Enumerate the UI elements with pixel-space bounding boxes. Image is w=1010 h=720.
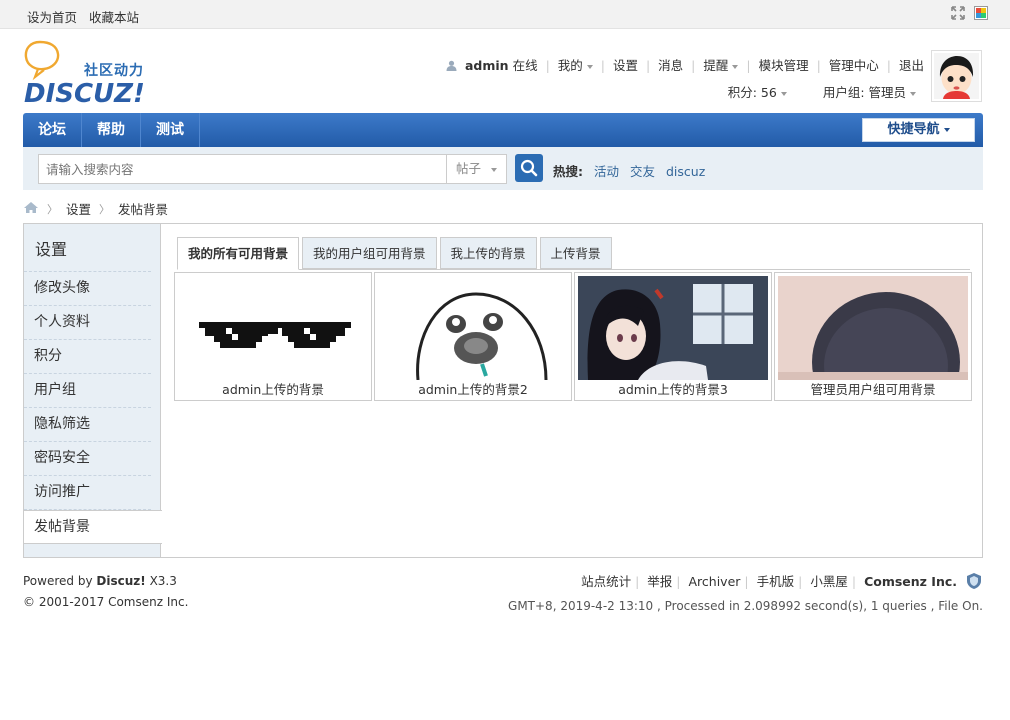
footer-left: Powered by Discuz! X3.3 © 2001-2017 Coms…: [23, 571, 188, 613]
home-icon[interactable]: [23, 201, 39, 217]
user-stats: 积分: 56 用户组: 管理员: [728, 82, 916, 101]
background-card[interactable]: admin上传的背景2: [374, 272, 572, 401]
copyright-label: © 2001-2017: [23, 595, 105, 609]
nav-test[interactable]: 测试: [141, 113, 200, 147]
background-card[interactable]: admin上传的背景3: [574, 272, 772, 401]
search-bar: 帖子 热搜: 活动 交友 discuz: [23, 147, 983, 190]
tab-all-backgrounds[interactable]: 我的所有可用背景: [177, 237, 300, 270]
user-icon: [446, 59, 457, 74]
anime-girl-image: [578, 276, 768, 380]
nav-help[interactable]: 帮助: [82, 113, 141, 147]
user-bar: admin 在线 | 我的 | 设置 | 消息 | 提醒 | 模块管理 | 管理…: [446, 55, 924, 74]
background-tabs: 我的所有可用背景 我的用户组可用背景 我上传的背景 上传背景: [177, 237, 970, 270]
chevron-down-icon: [491, 167, 498, 172]
background-caption: admin上传的背景: [222, 382, 324, 397]
hot-keyword[interactable]: 交友: [630, 164, 655, 179]
footer-link-report[interactable]: 举报: [647, 574, 672, 589]
chevron-down-icon: [943, 127, 950, 132]
avatar[interactable]: [931, 50, 982, 102]
sidebar-item-credits[interactable]: 积分: [24, 340, 151, 374]
background-card[interactable]: 管理员用户组可用背景: [774, 272, 972, 401]
site-logo[interactable]: 社区动力 DISCUZ!: [24, 40, 159, 109]
messages-link[interactable]: 消息: [658, 58, 683, 73]
background-caption: 管理员用户组可用背景: [810, 382, 936, 397]
background-card[interactable]: admin上传的背景: [174, 272, 372, 401]
notices-menu[interactable]: 提醒: [703, 58, 739, 73]
tab-upload[interactable]: 上传背景: [539, 237, 612, 269]
search-input[interactable]: [38, 154, 447, 184]
chevron-down-icon: [586, 64, 593, 69]
hot-keyword[interactable]: 活动: [594, 164, 619, 179]
sidebar-item-password[interactable]: 密码安全: [24, 442, 151, 476]
chevron-right-icon: 〉: [47, 202, 58, 216]
powered-by-label: Powered by: [23, 574, 93, 588]
usergroup-menu[interactable]: 用户组: 管理员: [823, 85, 916, 100]
pixel-sunglasses-image: [178, 276, 368, 380]
footer-link-blacklist[interactable]: 小黑屋: [810, 574, 848, 589]
hot-keyword[interactable]: discuz: [666, 164, 705, 179]
chevron-right-icon: 〉: [99, 202, 111, 216]
tab-group-backgrounds[interactable]: 我的用户组可用背景: [302, 237, 437, 269]
meme-face-image: [378, 276, 568, 380]
top-bar: 设为首页 收藏本站: [0, 0, 1010, 29]
company-link[interactable]: Comsenz Inc.: [108, 595, 188, 609]
credits-menu[interactable]: 积分: 56: [728, 85, 787, 100]
dark-plate-image: [778, 276, 968, 380]
bookmark-link[interactable]: 收藏本站: [89, 10, 139, 25]
hot-search: 热搜: 活动 交友 discuz: [553, 161, 705, 180]
main-nav: 论坛 帮助 测试 快捷导航: [23, 113, 983, 147]
settings-sidebar: 设置 修改头像 个人资料 积分 用户组 隐私筛选 密码安全 访问推广 发帖背景: [24, 224, 162, 557]
module-admin-link[interactable]: 模块管理: [759, 58, 809, 73]
background-caption: admin上传的背景3: [618, 382, 728, 397]
my-menu[interactable]: 我的: [558, 58, 593, 73]
breadcrumb-settings[interactable]: 设置: [66, 199, 91, 218]
main-panel: 设置 修改头像 个人资料 积分 用户组 隐私筛选 密码安全 访问推广 发帖背景 …: [23, 223, 983, 558]
search-button[interactable]: [515, 154, 543, 182]
color-theme-icon[interactable]: [974, 6, 988, 23]
set-homepage-link[interactable]: 设为首页: [27, 10, 77, 25]
footer-link-mobile[interactable]: 手机版: [757, 574, 795, 589]
fullscreen-icon[interactable]: [951, 6, 965, 23]
svg-text:DISCUZ!: DISCUZ!: [24, 79, 145, 106]
footer-corp-link[interactable]: Comsenz Inc.: [864, 574, 957, 589]
username-link[interactable]: admin: [465, 58, 509, 73]
sidebar-item-privacy[interactable]: 隐私筛选: [24, 408, 151, 442]
breadcrumb-current: 发帖背景: [118, 202, 169, 217]
settings-link[interactable]: 设置: [613, 58, 638, 73]
footer-status: GMT+8, 2019-4-2 13:10 , Processed in 2.0…: [508, 599, 983, 613]
sidebar-item-post-background[interactable]: 发帖背景: [24, 510, 162, 544]
background-caption: admin上传的背景2: [418, 382, 528, 397]
sidebar-item-avatar[interactable]: 修改头像: [24, 272, 151, 306]
admin-center-link[interactable]: 管理中心: [829, 58, 879, 73]
nav-forum[interactable]: 论坛: [23, 113, 82, 147]
svg-text:社区动力: 社区动力: [83, 62, 144, 79]
quick-nav-button[interactable]: 快捷导航: [862, 118, 975, 142]
search-icon: [520, 159, 538, 177]
shield-icon[interactable]: [965, 572, 983, 596]
sidebar-title: 设置: [24, 224, 151, 272]
breadcrumb: 〉 设置 〉 发帖背景: [23, 199, 168, 218]
footer-link-archiver[interactable]: Archiver: [689, 574, 741, 589]
discuz-link[interactable]: Discuz!: [96, 574, 145, 588]
sidebar-item-profile[interactable]: 个人资料: [24, 306, 151, 340]
top-icons: [951, 6, 988, 23]
footer-link-stats[interactable]: 站点统计: [581, 574, 631, 589]
sidebar-item-promotion[interactable]: 访问推广: [24, 476, 151, 510]
footer-right: 站点统计 | 举报 | Archiver | 手机版 | 小黑屋 | Comsenz In…: [508, 571, 983, 617]
top-links: 设为首页 收藏本站: [27, 7, 147, 26]
tab-my-uploads[interactable]: 我上传的背景: [439, 237, 537, 269]
chevron-down-icon: [732, 64, 739, 69]
search-type-select[interactable]: 帖子: [446, 154, 507, 184]
online-status: 在线: [512, 58, 538, 73]
chevron-down-icon: [910, 91, 916, 96]
sidebar-item-usergroup[interactable]: 用户组: [24, 374, 151, 408]
chevron-down-icon: [780, 91, 787, 96]
version-label: X3.3: [149, 574, 177, 588]
logout-link[interactable]: 退出: [899, 58, 924, 73]
hot-search-label: 热搜:: [553, 164, 583, 179]
